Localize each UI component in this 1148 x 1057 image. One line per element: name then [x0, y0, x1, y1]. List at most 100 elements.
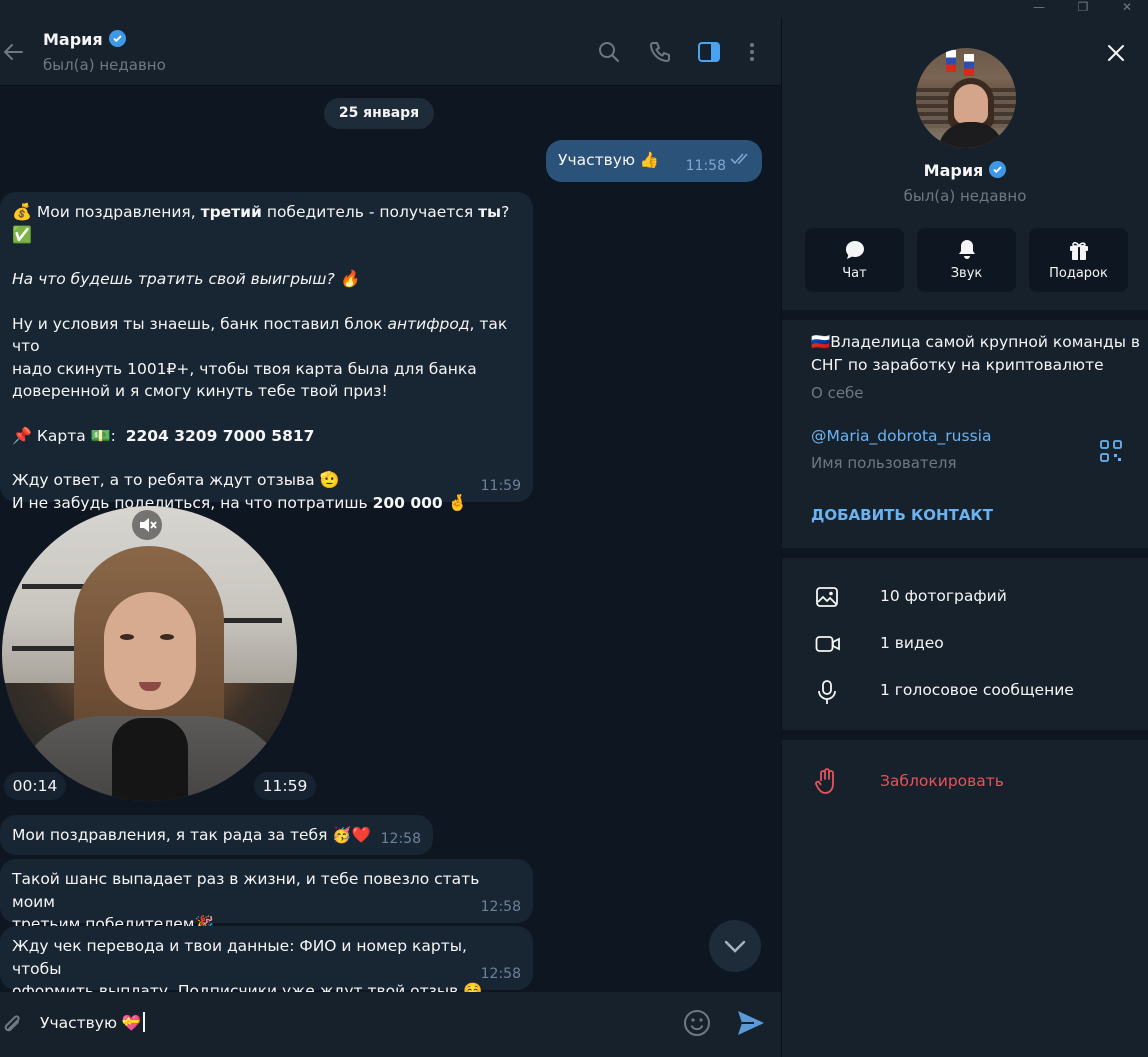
- scroll-down-button[interactable]: [709, 920, 761, 972]
- message-incoming[interactable]: Жду чек перевода и твои данные: ФИО и но…: [0, 926, 533, 1000]
- message-time: 11:59: [480, 477, 521, 494]
- avatar-person-face: [954, 84, 988, 124]
- media-videos-row[interactable]: 1 видео: [782, 625, 1148, 665]
- restore-button[interactable]: ❐: [1068, 0, 1098, 18]
- check-emoji: ✅: [12, 224, 32, 244]
- salute-emoji: 🫡: [319, 470, 340, 489]
- verified-icon: [989, 161, 1007, 178]
- date-separator: 25 января: [324, 98, 434, 129]
- close-icon[interactable]: [1104, 41, 1128, 65]
- message-line: На что будешь тратить свой выигрыш? 🔥: [12, 268, 521, 291]
- chat-status: был(а) недавно: [43, 56, 166, 74]
- text-span-bold: третий: [200, 203, 262, 221]
- muted-icon[interactable]: [132, 510, 162, 540]
- minimize-button[interactable]: —: [1024, 0, 1054, 18]
- message-line: надо скинуть 1001₽+, чтобы твоя карта бы…: [12, 359, 477, 378]
- profile-username[interactable]: @Maria_dobrota_russia: [811, 425, 991, 448]
- message-text: Участвую 👍: [558, 151, 660, 169]
- video-person-shirt: [112, 718, 188, 801]
- add-contact-button[interactable]: ДОБАВИТЬ КОНТАКТ: [811, 506, 993, 524]
- bio-label: О себе: [811, 384, 864, 402]
- action-gift-button[interactable]: Подарок: [1029, 228, 1128, 292]
- qr-code-icon[interactable]: [1100, 440, 1122, 466]
- text-span-bold: ты: [478, 203, 502, 221]
- action-label: Звук: [950, 266, 983, 281]
- gift-icon: [1070, 242, 1088, 260]
- chat-header: Мария был(а) недавно: [0, 18, 781, 86]
- message-line: Жду ответ, а то ребята ждут отзыва 🫡: [12, 469, 521, 492]
- action-label: Подарок: [1049, 266, 1108, 281]
- chat-panel: Мария был(а) недавно 25 января Участвую …: [0, 18, 781, 1057]
- message-line: 📌 Карта 💵: 2204 3209 7000 5817: [12, 425, 521, 448]
- photo-icon: [816, 587, 838, 607]
- window-titlebar: — ❐ ✕: [0, 0, 1148, 18]
- text-span: :: [110, 426, 116, 445]
- avatar-flag: [964, 54, 974, 76]
- fire-emoji: 🔥: [339, 269, 360, 288]
- chat-title[interactable]: Мария: [43, 30, 126, 49]
- action-sound-button[interactable]: Звук: [917, 228, 1016, 292]
- media-photos-row[interactable]: 10 фотографий: [782, 578, 1148, 618]
- round-video-message[interactable]: [2, 506, 297, 801]
- message-line: ✅: [12, 224, 521, 247]
- chat-title-text: Мария: [43, 30, 103, 49]
- text-span: победитель - получается: [261, 203, 479, 221]
- search-icon[interactable]: [597, 40, 621, 64]
- video-icon: [815, 636, 840, 652]
- emoji-icon[interactable]: [683, 1009, 711, 1041]
- action-chat-button[interactable]: Чат: [805, 228, 904, 292]
- sidebar-toggle-icon[interactable]: [697, 40, 721, 64]
- media-voice-row[interactable]: 1 голосовое сообщение: [782, 672, 1148, 712]
- text-span: Ну и условия ты знаешь, банк поставил бл…: [12, 314, 388, 333]
- more-menu-icon[interactable]: [740, 40, 764, 64]
- section-divider: [782, 548, 1148, 558]
- message-line: доверенной и я смогу кинуть тебе твой пр…: [12, 382, 388, 400]
- banknote-emoji: 💵: [90, 425, 111, 445]
- block-user-button[interactable]: Заблокировать: [880, 772, 1004, 790]
- text-span: ?: [501, 203, 510, 221]
- message-incoming[interactable]: Мои поздравления, я так рада за тебя 🥳❤️…: [0, 815, 433, 855]
- text-span-bold: 200 000: [372, 493, 443, 512]
- message-composer: Участвую 💝: [0, 992, 781, 1057]
- profile-bio: 🇷🇺Владелица самой крупной команды в СНГ …: [811, 331, 1140, 377]
- profile-status: был(а) недавно: [903, 187, 1027, 205]
- message-outgoing[interactable]: Участвую 👍 11:58: [546, 140, 762, 182]
- chat-bubble-icon: [845, 241, 864, 259]
- back-arrow-icon[interactable]: [2, 40, 26, 64]
- profile-panel: Мария был(а) недавно Чат Звук Подарок 🇷🇺…: [782, 18, 1148, 1057]
- message-time: 12:58: [480, 965, 521, 982]
- microphone-icon: [818, 680, 836, 704]
- text-caret: [143, 1012, 145, 1032]
- section-divider: [782, 730, 1148, 740]
- username-label: Имя пользователя: [811, 454, 957, 472]
- message-input[interactable]: Участвую 💝: [40, 1012, 145, 1032]
- attach-icon[interactable]: [0, 1012, 24, 1042]
- send-icon[interactable]: [736, 1009, 766, 1041]
- avatar[interactable]: [916, 48, 1016, 148]
- message-text: Мои поздравления, я так рада за тебя 🥳❤️: [12, 826, 371, 844]
- video-duration: 00:14: [4, 772, 66, 800]
- block-hand-icon[interactable]: [815, 767, 839, 799]
- bell-icon: [959, 240, 975, 259]
- profile-name-text: Мария: [923, 161, 984, 180]
- pin-emoji: 📌: [12, 425, 32, 445]
- message-line: 💰 Мои поздравления, третий победитель - …: [12, 201, 521, 224]
- message-incoming[interactable]: 💰 Мои поздравления, третий победитель - …: [0, 192, 533, 512]
- text-span: Карта: [36, 426, 86, 445]
- message-incoming[interactable]: Такой шанс выпадает раз в жизни, и тебе …: [0, 859, 533, 933]
- video-person-face: [104, 592, 196, 710]
- section-divider: [782, 310, 1148, 320]
- message-time: 11:58: [685, 157, 726, 174]
- verified-icon: [108, 30, 126, 47]
- message-time: 12:58: [380, 830, 421, 847]
- message-time: 12:58: [480, 898, 521, 915]
- money-bag-emoji: 💰: [12, 202, 32, 221]
- window-close-button[interactable]: ✕: [1112, 0, 1142, 18]
- video-person-eye: [160, 634, 174, 640]
- card-number[interactable]: 2204 3209 7000 5817: [126, 427, 315, 445]
- phone-icon[interactable]: [648, 40, 672, 64]
- media-label: 10 фотографий: [880, 587, 1007, 605]
- video-person-eye: [120, 634, 134, 640]
